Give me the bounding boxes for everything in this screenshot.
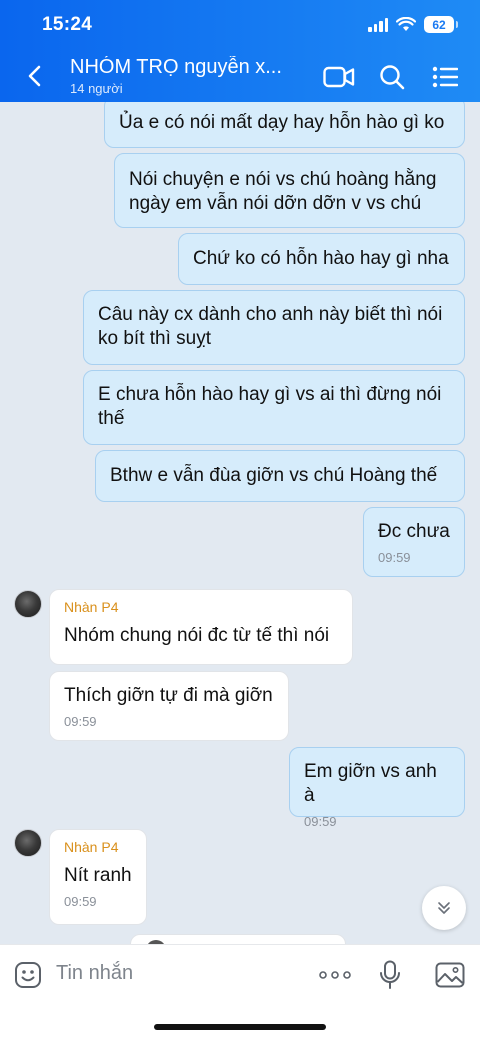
image-icon: [435, 962, 465, 988]
chevron-left-icon: [28, 65, 41, 87]
message-time: 09:59: [64, 894, 97, 909]
message-bubble-incoming[interactable]: Thích giỡn tự đi mà giỡn 09:59: [49, 671, 289, 741]
more-button[interactable]: [317, 959, 353, 991]
message-bubble-outgoing[interactable]: Đc chưa 09:59: [363, 507, 465, 577]
message-bubble-outgoing[interactable]: Nói chuyện e nói vs chú hoàng hằng ngày …: [114, 153, 465, 228]
battery-icon: 62: [424, 16, 458, 33]
video-call-button[interactable]: [322, 60, 356, 94]
search-button[interactable]: [375, 60, 409, 94]
sender-name[interactable]: Nhàn P4: [64, 598, 338, 616]
message-text: Nói chuyện e nói vs chú hoàng hằng ngày …: [129, 169, 437, 214]
message-text: Em giỡn vs anh à: [304, 761, 437, 806]
menu-button[interactable]: [428, 60, 462, 94]
status-icons: 62: [368, 16, 458, 33]
message-time: 09:59: [64, 714, 97, 729]
emoji-button[interactable]: [12, 959, 44, 991]
double-chevron-down-icon: [438, 902, 450, 914]
message-bubble-outgoing[interactable]: Em giỡn vs anh à 09:59: [289, 747, 465, 829]
message-text: Thích giỡn tự đi mà giỡn: [64, 685, 273, 706]
wifi-icon: [396, 17, 416, 31]
message-bubble-incoming[interactable]: Nhàn P4 Nít ranh 09:59: [49, 829, 147, 925]
avatar[interactable]: [14, 590, 42, 618]
home-indicator: [154, 1024, 326, 1030]
cellular-signal-icon: [368, 17, 388, 32]
message-text: Bthw e vẫn đùa giỡn vs chú Hoàng thế: [110, 465, 438, 486]
message-bubble-incoming[interactable]: Nhàn P4 Nhóm chung nói đc từ tế thì nói: [49, 589, 353, 665]
message-list[interactable]: Ủa e có nói mất dạy hay hỗn hào gì ko Nó…: [0, 102, 480, 942]
emoji-icon: [15, 962, 41, 988]
message-bubble-outgoing[interactable]: Câu này cx dành cho anh này biết thì nói…: [83, 290, 465, 365]
message-input[interactable]: Tin nhắn: [56, 962, 133, 985]
video-camera-icon: [323, 66, 355, 88]
microphone-icon: [380, 960, 400, 989]
more-dots-icon: [319, 971, 351, 979]
message-bubble-outgoing[interactable]: Bthw e vẫn đùa giỡn vs chú Hoàng thế: [95, 450, 465, 502]
message-text: Chứ ko có hỗn hào hay gì nha: [193, 248, 449, 269]
avatar[interactable]: [14, 829, 42, 857]
list-menu-icon: [432, 66, 458, 88]
voice-button[interactable]: [374, 959, 406, 991]
battery-level: 62: [432, 17, 446, 32]
sender-name[interactable]: Nhàn P4: [64, 838, 132, 856]
search-icon: [380, 65, 405, 90]
scroll-to-bottom-button[interactable]: [422, 886, 466, 930]
image-button[interactable]: [434, 959, 466, 991]
message-text: Ủa e có nói mất dạy hay hỗn hào gì ko: [119, 112, 445, 133]
back-button[interactable]: [18, 60, 50, 92]
member-count: 14 người: [70, 81, 123, 96]
message-bubble-outgoing[interactable]: E chưa hỗn hào hay gì vs ai thì đừng nói…: [83, 370, 465, 445]
message-bubble-outgoing[interactable]: Ủa e có nói mất dạy hay hỗn hào gì ko: [104, 102, 465, 148]
message-text: Nít ranh: [64, 865, 132, 886]
message-text: Câu này cx dành cho anh này biết thì nói…: [98, 304, 443, 349]
status-time: 15:24: [42, 14, 93, 35]
chat-header: 15:24 62 NHÓM TRỌ nguyễn x... 14 người: [0, 0, 480, 102]
message-text: E chưa hỗn hào hay gì vs ai thì đừng nói…: [98, 384, 442, 429]
message-time: 09:59: [304, 814, 337, 829]
message-bubble-outgoing[interactable]: Chứ ko có hỗn hào hay gì nha: [178, 233, 465, 285]
message-text: Đc chưa: [378, 521, 450, 542]
group-title[interactable]: NHÓM TRỌ nguyễn x...: [70, 56, 300, 79]
message-text: Nhóm chung nói đc từ tế thì nói: [64, 625, 330, 646]
message-time: 09:59: [378, 550, 411, 565]
